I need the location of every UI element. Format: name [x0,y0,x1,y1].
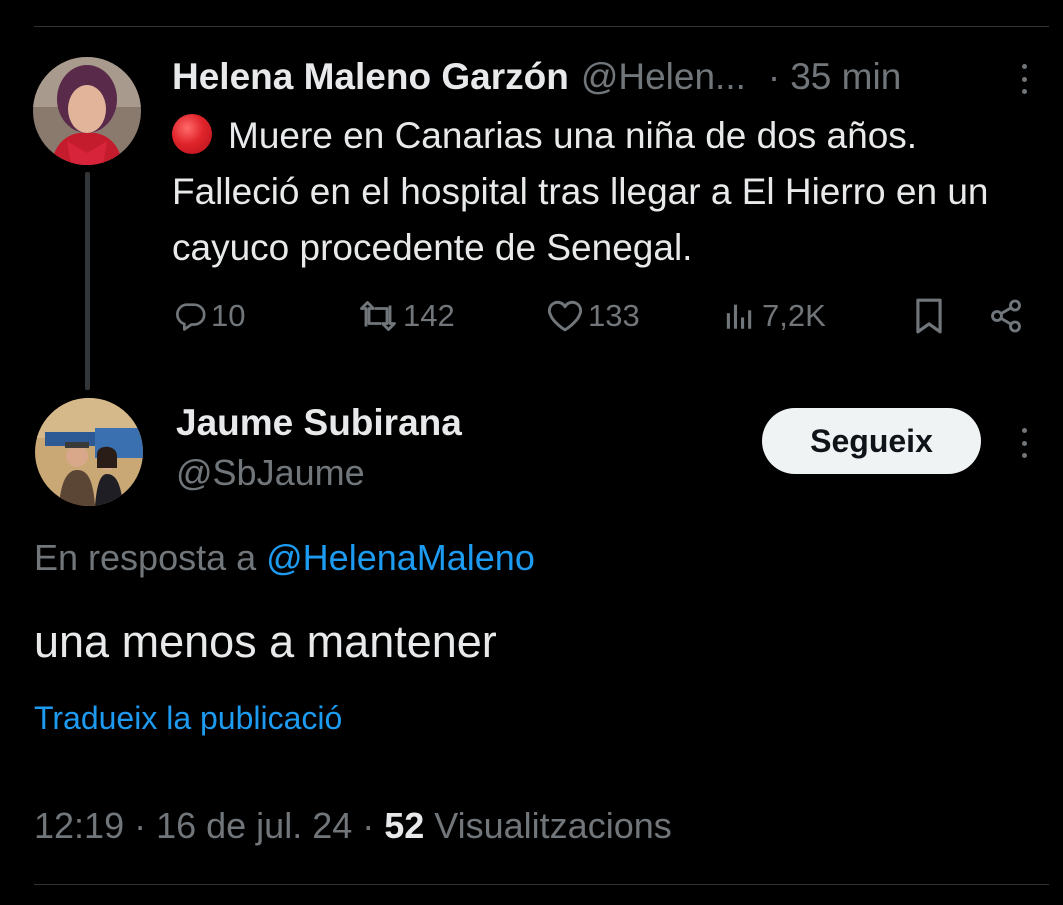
tweet1-text: Muere en Canarias una niña de dos años. … [172,115,989,268]
reply-count: 10 [211,298,246,333]
tweet2-views-label: Visualitzacions [424,805,672,846]
reply-mention-link[interactable]: @HelenaMaleno [266,537,535,578]
jaume-avatar[interactable] [35,398,143,506]
analytics-bars-icon [726,304,752,329]
bookmark-button[interactable] [912,292,946,340]
red-circle-emoji-icon [172,114,212,154]
views-button[interactable]: 7,2K [724,292,826,340]
tweet1-time[interactable]: 35 min [790,56,901,98]
reply-icon [176,303,206,331]
views-count: 7,2K [762,298,826,333]
tweet1-more-icon[interactable] [1020,64,1028,94]
tweet2-meta: 12:19 · 16 de jul. 24 · 52 Visualitzacio… [34,805,672,847]
tweet1-header: Helena Maleno Garzón @Helen... · 35 min [172,52,992,102]
share-button[interactable] [988,292,1024,340]
reply-button[interactable]: 10 [173,292,245,340]
repost-button[interactable]: 142 [357,292,455,340]
tweet2-author-name[interactable]: Jaume Subirana [176,402,462,444]
repost-count: 142 [403,298,455,333]
tweet2-more-icon[interactable] [1020,428,1028,458]
tweet2-text: una menos a mantener [34,616,497,667]
tweet1-author-name[interactable]: Helena Maleno Garzón [172,56,569,98]
reply-prefix: En resposta a [34,537,267,578]
reply-context: En resposta a @HelenaMaleno [34,537,535,579]
tweet2-timestamp[interactable]: 12:19 · 16 de jul. 24 · [34,805,384,846]
tweet2-views-count: 52 [384,805,425,846]
repost-icon [360,301,396,331]
tweet1-body: Muere en Canarias una niña de dos años. … [172,108,1042,276]
tweet2-handle[interactable]: @SbJaume [176,452,365,494]
share-icon [991,299,1021,333]
translate-link[interactable]: Tradueix la publicació [34,700,342,737]
heart-icon [547,300,583,332]
bottom-divider [34,884,1049,885]
like-count: 133 [588,298,640,333]
like-button[interactable]: 133 [546,292,640,340]
tweet1-separator: · [767,56,781,97]
follow-button[interactable]: Segueix [762,408,981,474]
tweet1-handle[interactable]: @Helen... [581,56,746,98]
thread-connector-line [85,172,90,390]
bookmark-icon [916,298,942,334]
top-divider [34,26,1049,27]
helena-avatar[interactable] [33,57,141,165]
